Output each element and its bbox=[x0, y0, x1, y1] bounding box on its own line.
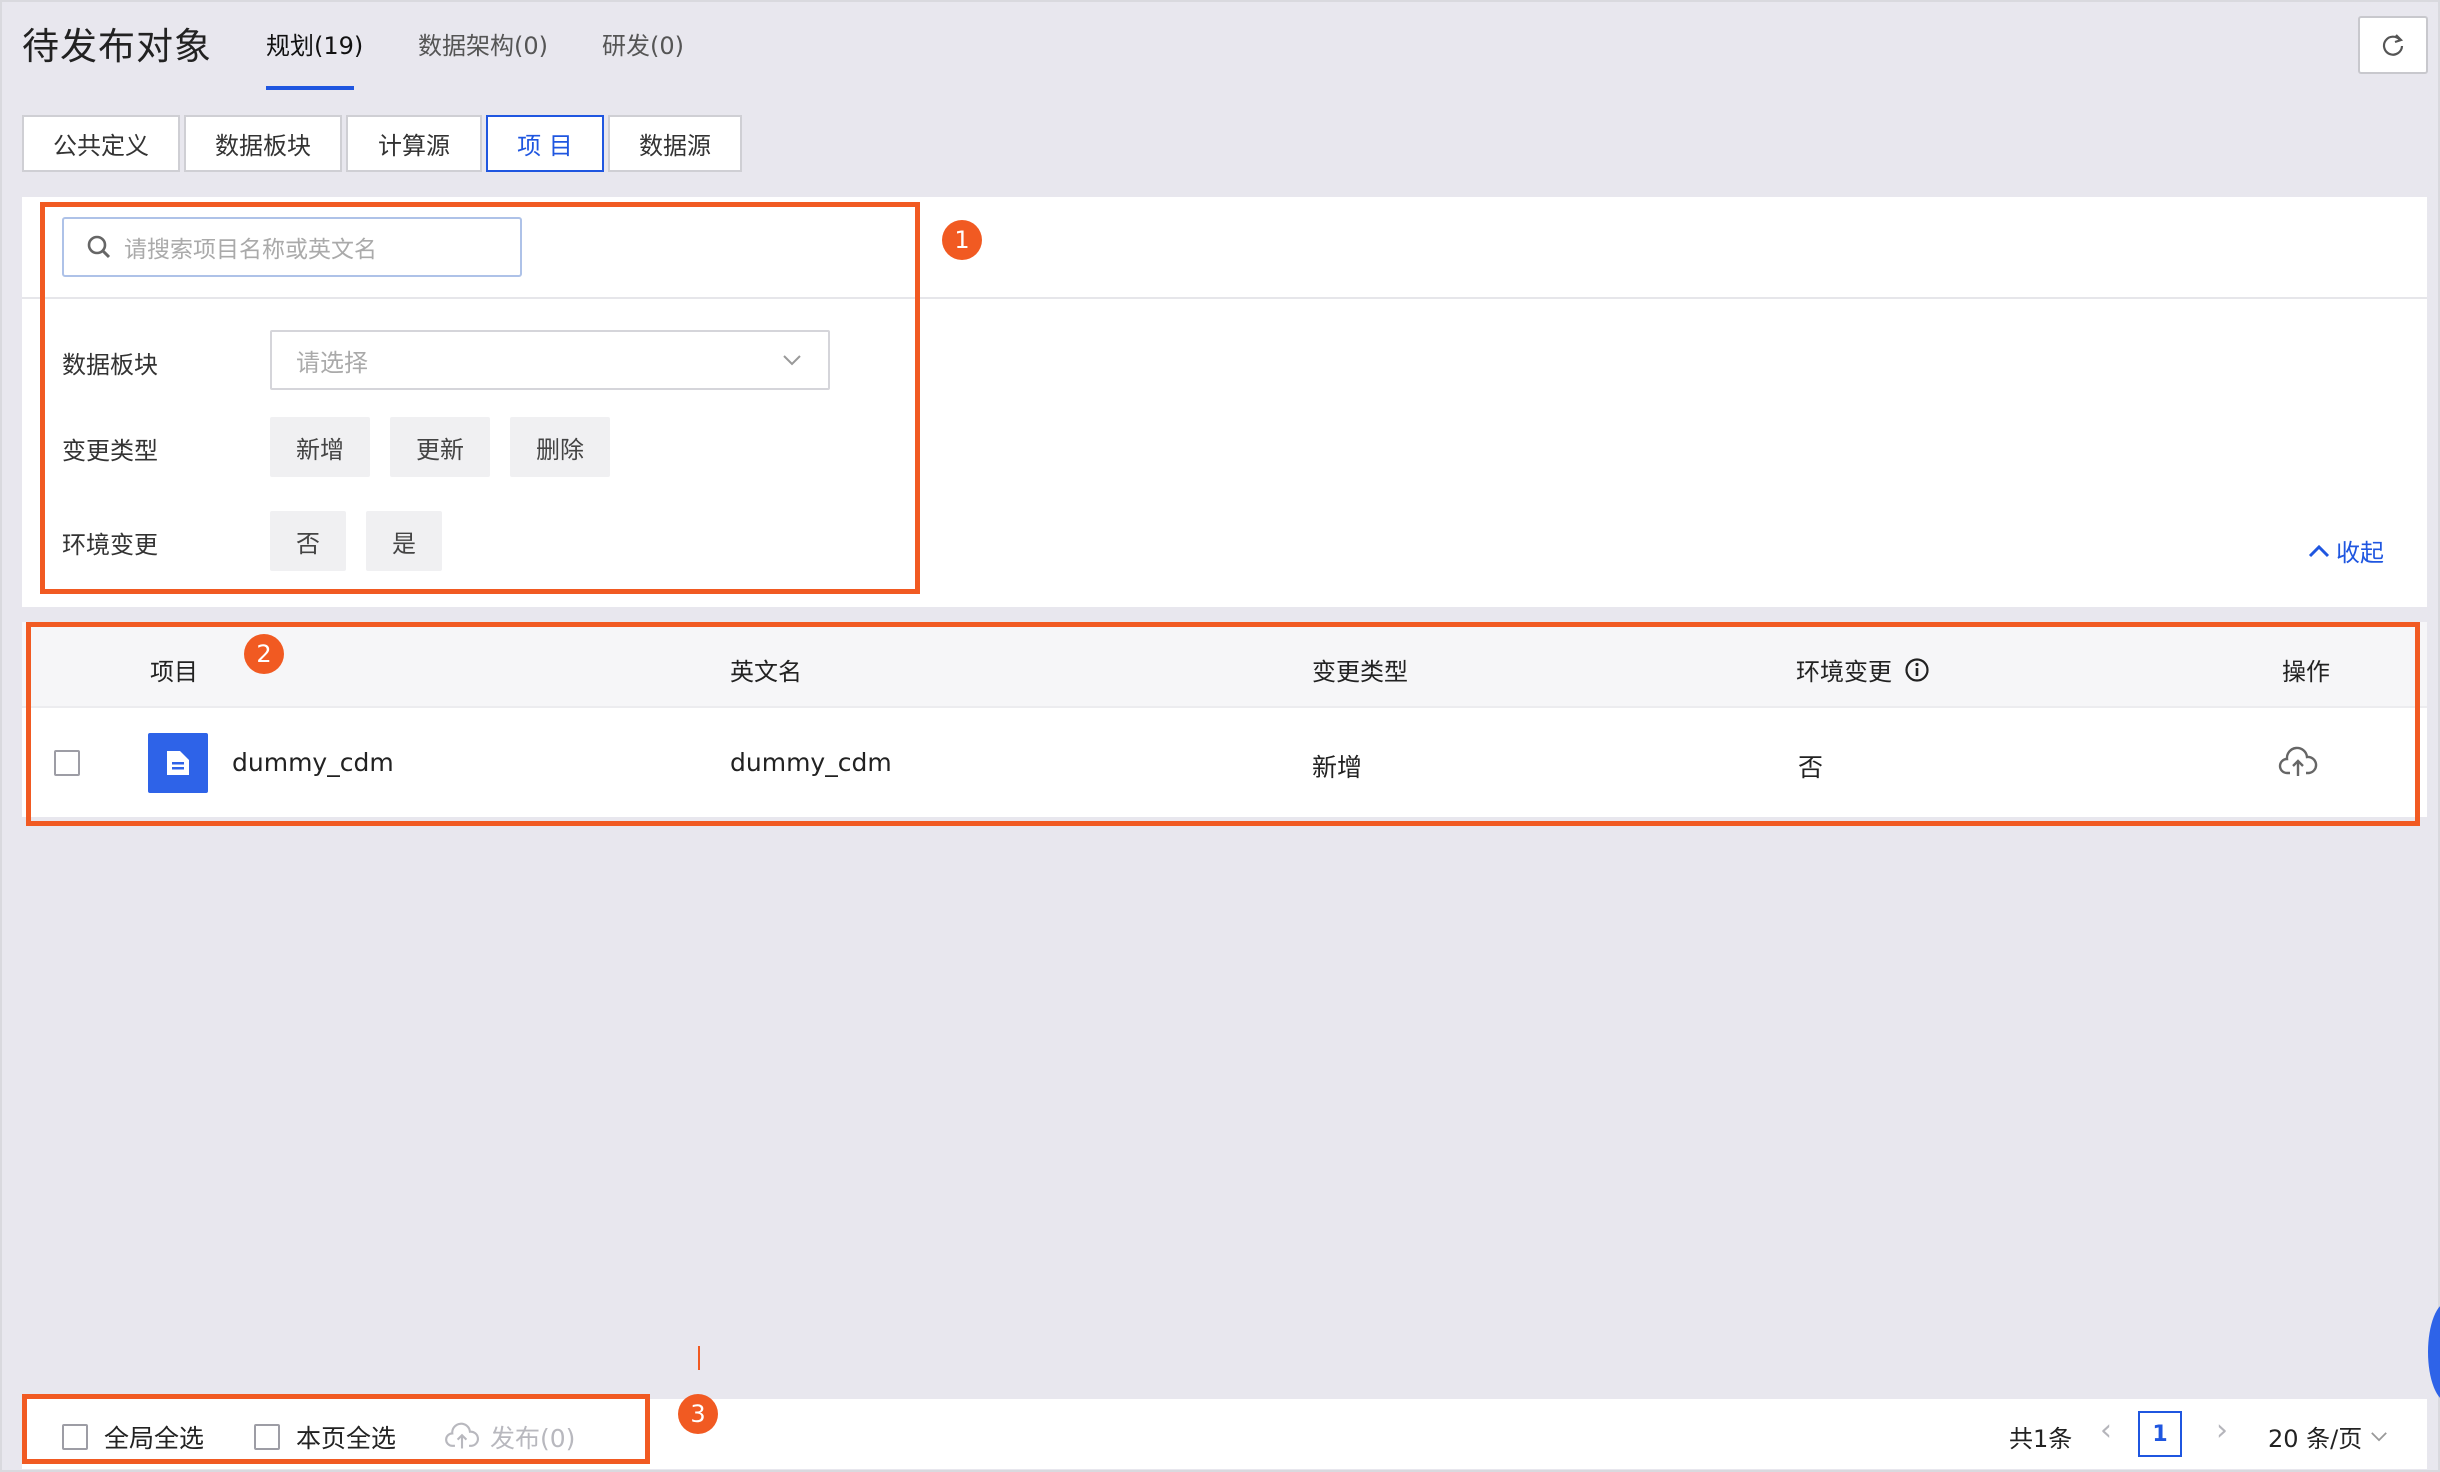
tab-planning[interactable]: 规划(19) bbox=[266, 26, 363, 61]
refresh-button[interactable] bbox=[2358, 16, 2428, 74]
page-size-label: 20 条/页 bbox=[2268, 1425, 2363, 1453]
prev-page-icon[interactable]: ‹ bbox=[2100, 1413, 2112, 1448]
next-page-icon[interactable]: › bbox=[2216, 1413, 2228, 1448]
subtab-data-block[interactable]: 数据板块 bbox=[184, 115, 342, 172]
subtab-compute-source[interactable]: 计算源 bbox=[346, 115, 482, 172]
subtab-public-definition[interactable]: 公共定义 bbox=[22, 115, 180, 172]
page-title: 待发布对象 bbox=[22, 25, 212, 68]
floating-helper-button[interactable] bbox=[2428, 1302, 2440, 1402]
refresh-icon bbox=[2382, 34, 2404, 56]
annotation-box-2 bbox=[26, 622, 2420, 826]
page-size-select[interactable]: 20 条/页 bbox=[2268, 1419, 2388, 1454]
tab-development[interactable]: 研发(0) bbox=[602, 26, 684, 61]
annotation-badge-2: 2 bbox=[244, 634, 284, 674]
page-number-current[interactable]: 1 bbox=[2138, 1411, 2182, 1457]
app-frame: 待发布对象 规划(19) 数据架构(0) 研发(0) 公共定义 数据板块 计算源… bbox=[0, 0, 2440, 1472]
pager-total: 共1条 bbox=[2009, 1425, 2073, 1453]
annotation-badge-3: 3 bbox=[678, 1394, 718, 1434]
annotation-badge-1: 1 bbox=[942, 220, 982, 260]
subtab-data-source[interactable]: 数据源 bbox=[608, 115, 742, 172]
annotation-box-3 bbox=[22, 1394, 650, 1464]
chevron-down-icon bbox=[2371, 1432, 2388, 1442]
collapse-filter-link[interactable]: 收起 bbox=[2308, 533, 2384, 568]
subtab-project[interactable]: 项 目 bbox=[486, 115, 604, 172]
active-tab-indicator bbox=[266, 86, 354, 90]
annotation-box-1 bbox=[40, 202, 920, 594]
object-type-tabs: 公共定义 数据板块 计算源 项 目 数据源 bbox=[22, 115, 746, 172]
tab-data-architecture[interactable]: 数据架构(0) bbox=[418, 26, 548, 61]
chevron-up-icon bbox=[2308, 544, 2330, 557]
text-cursor bbox=[698, 1346, 700, 1370]
collapse-label: 收起 bbox=[2336, 539, 2384, 567]
